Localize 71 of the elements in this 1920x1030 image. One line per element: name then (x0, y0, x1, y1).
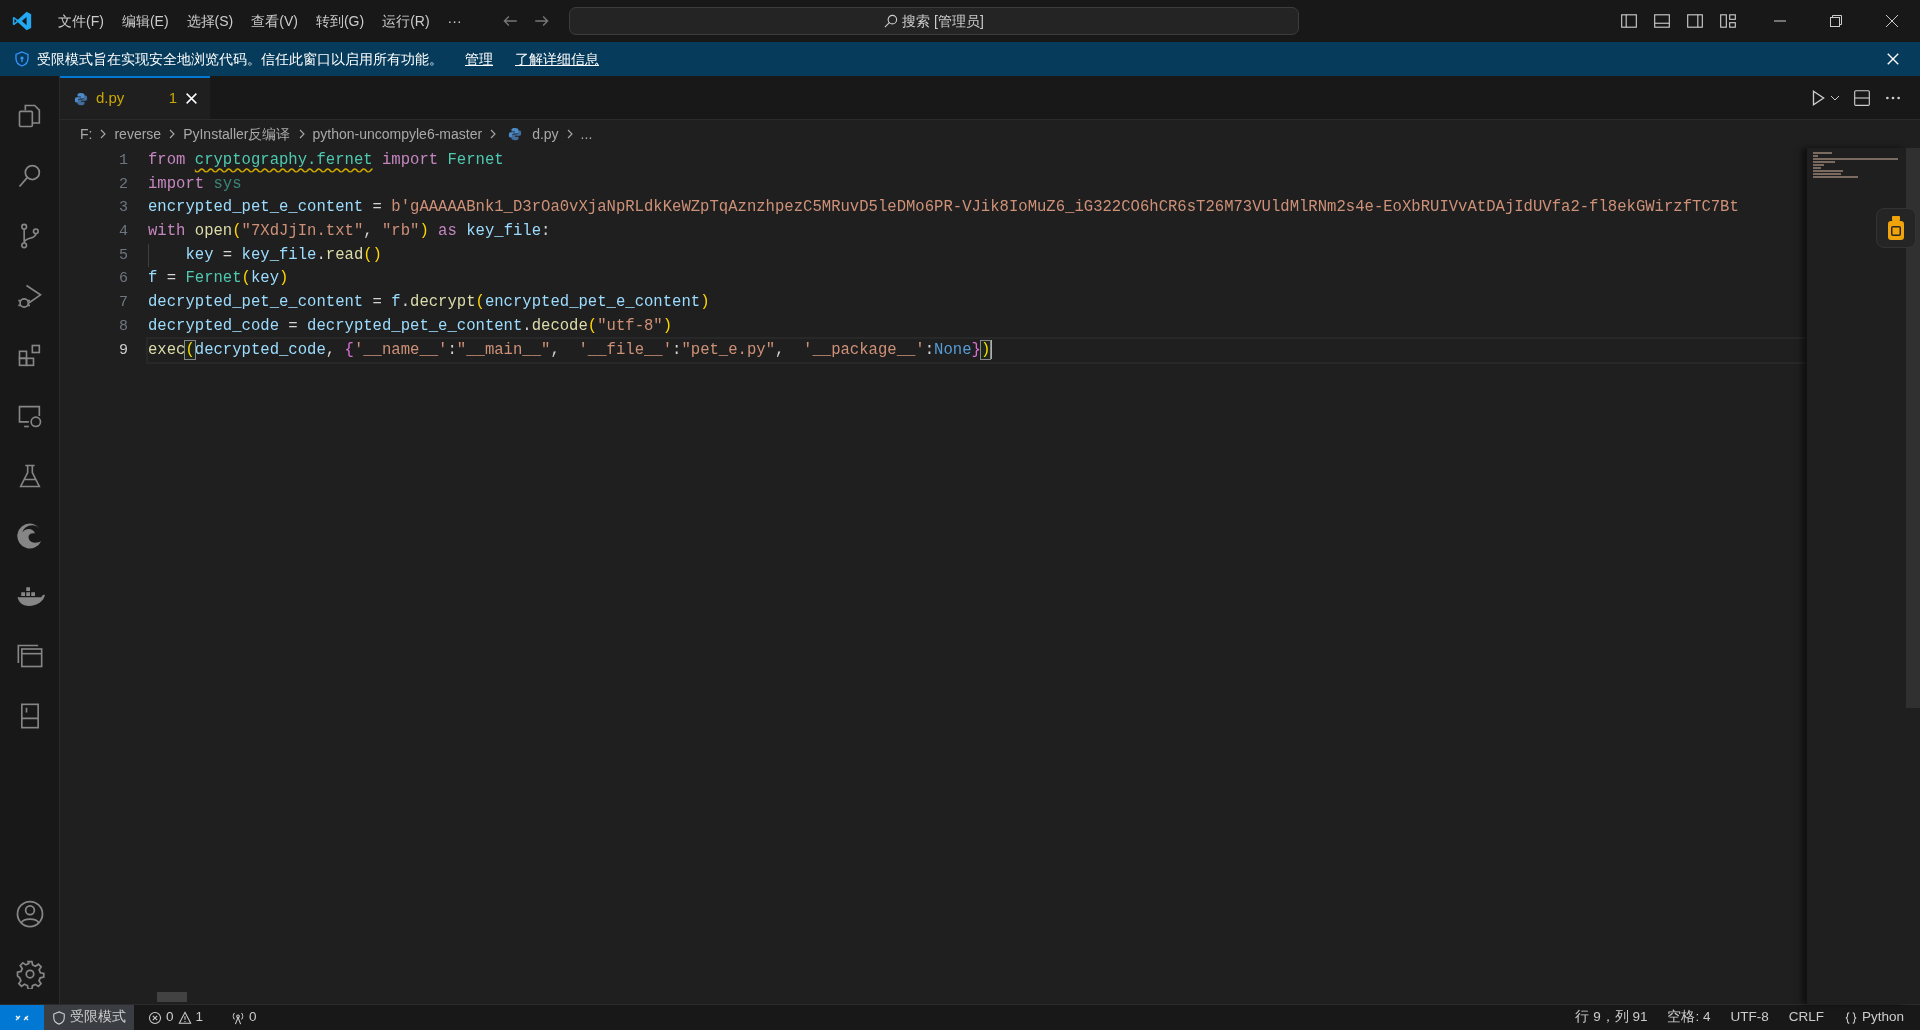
breadcrumb-item[interactable]: ... (580, 123, 593, 145)
split-editor-icon[interactable] (1853, 88, 1871, 107)
menu-item[interactable]: 选择(S) (177, 10, 243, 32)
breadcrumb-item[interactable]: d.py (532, 123, 559, 145)
status-item[interactable]: 行 9，列 91 (1567, 1005, 1656, 1030)
account-icon[interactable] (14, 899, 45, 929)
app-logo-icon (11, 10, 33, 32)
menu-item[interactable]: 查看(V) (242, 10, 307, 32)
problems-indicator[interactable]: 0 1 (140, 1005, 212, 1030)
layout-icon[interactable] (1719, 12, 1737, 30)
code-line: import sys (148, 173, 242, 195)
status-item[interactable]: CRLF (1780, 1005, 1832, 1030)
code-line: decrypted_pet_e_content = f.decrypt(encrypted_pet_e_content) (148, 292, 710, 314)
braces-icon (1843, 1010, 1858, 1025)
shield-icon (52, 1010, 66, 1025)
menu-item[interactable]: 运行(R) (373, 10, 439, 32)
menu-item[interactable]: 编辑(E) (112, 10, 178, 32)
line-number: 2 (118, 174, 129, 195)
line-number: 6 (118, 269, 129, 290)
restricted-mode-indicator[interactable]: 受限模式 (44, 1005, 134, 1030)
error-icon (148, 1010, 162, 1025)
antenna-icon (231, 1010, 246, 1025)
line-number: 4 (118, 222, 129, 243)
run-debug-icon[interactable] (15, 282, 44, 310)
code-line: from cryptography.fernet import Fernet (148, 150, 504, 171)
line-number: 1 (118, 151, 129, 171)
menu-item[interactable]: 文件(F) (49, 10, 113, 32)
breadcrumb-item[interactable]: reverse (114, 123, 162, 145)
line-number: 8 (118, 316, 129, 337)
toggle-secondary-sidebar-icon[interactable] (1686, 12, 1704, 30)
close-icon[interactable] (1884, 13, 1900, 29)
line-number: 5 (118, 245, 129, 266)
restore-icon[interactable] (1828, 13, 1844, 29)
banner-link[interactable]: 管理 (465, 48, 493, 70)
toggle-panel-icon[interactable] (1653, 12, 1671, 30)
line-number: 9 (118, 340, 129, 361)
ports-indicator[interactable]: 0 (223, 1005, 265, 1030)
shield-icon (14, 51, 30, 67)
windows-stack-icon[interactable] (15, 642, 44, 670)
menu-item[interactable]: ··· (438, 10, 471, 32)
code-line: decrypted_code = decrypted_pet_e_content.decode("utf-8") (148, 315, 673, 337)
line-number: 3 (118, 198, 129, 219)
code-line: with open("7XdJjIn.txt", "rb") as key_file: (148, 221, 551, 243)
warning-icon (177, 1010, 192, 1025)
status-item[interactable]: UTF-8 (1722, 1005, 1777, 1030)
settings-icon[interactable] (14, 959, 45, 989)
language-mode[interactable]: Python (1835, 1005, 1912, 1030)
editor-tab[interactable]: d.py 1 (60, 76, 210, 119)
code-line: encrypted_pet_e_content = b'gAAAAABnk1_D3rOa0vXjaNpRLdkKeWZpTqAznzhpezC5MRuvD5leDMo6PR-VJik8IoMuZ6_iG322CO6hCR6sT26M73VUldMlRNm2s4e-EoXbRUIVvAtDAjIdUVfa2-fl8ekGWirzfTC7Bt (148, 197, 1739, 219)
status-item[interactable]: 空格: 4 (1659, 1005, 1719, 1030)
horizontal-scrollbar-thumb[interactable] (157, 992, 187, 1002)
command-center-search[interactable]: 搜索 [管理员] (568, 7, 1299, 35)
breadcrumb-item[interactable]: python-uncompyle6-master (312, 123, 483, 145)
breadcrumb-item[interactable]: F: (80, 123, 93, 145)
text-cursor (990, 339, 993, 359)
python-file-icon (508, 127, 523, 141)
breadcrumb-item[interactable]: PyInstaller反编译 (183, 123, 291, 145)
tab-label: d.py (96, 88, 126, 109)
bottle-icon (1886, 215, 1906, 241)
floating-widget[interactable] (1876, 208, 1916, 248)
code-line: exec(decrypted_code, {'__name__':"__main__", '__file__':"pet_e.py", '__package__':None}) (148, 338, 1806, 363)
line-number: 7 (118, 293, 129, 314)
banner-link[interactable]: 了解详细信息 (515, 48, 599, 70)
python-file-icon (74, 91, 88, 106)
code-line: key = key_file.read() (148, 243, 382, 268)
toggle-sidebar-icon[interactable] (1620, 12, 1638, 30)
code-line: f = Fernet(key) (148, 268, 289, 290)
menu-item[interactable]: 转到(G) (306, 10, 374, 32)
search-icon (883, 13, 899, 29)
restricted-mode-message: 受限模式旨在实现安全地浏览代码。信任此窗口以启用所有功能。 (37, 49, 443, 69)
problem-count: 1 (168, 88, 177, 109)
